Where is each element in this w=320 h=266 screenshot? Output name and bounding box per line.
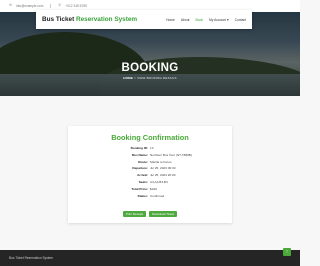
contact-phone[interactable]: +012 345 6789 (65, 4, 86, 8)
detail-row-departure: Departure: Jul 25, 2023 09:30 (68, 165, 232, 172)
detail-label: Route: (138, 159, 148, 164)
detail-value: Manila to Ilocos (150, 159, 172, 164)
detail-row-total-price: Total Price: $240 (68, 186, 232, 193)
page-title: BOOKING (121, 62, 179, 74)
breadcrumb-current: VIEW BOOKING DETAILS (137, 76, 177, 80)
detail-row-status: Status: Confirmed (68, 193, 232, 200)
detail-label: Booking ID: (130, 146, 148, 150)
booking-confirmation-card: Booking Confirmation Booking ID: 13 Bus … (68, 126, 232, 223)
detail-value: $240 (150, 186, 157, 191)
detail-value: Jul 25, 2023 09:30 (150, 166, 176, 171)
detail-label: Arrival: (137, 173, 148, 178)
detail-row-arrival: Arrival: Jul 25, 2023 20:00 (68, 172, 232, 179)
booking-details: Booking ID: 13 Bus Name: Northern Bus To… (68, 145, 232, 199)
detail-value: Northern Bus Tour (NT-7888B) (150, 152, 192, 157)
nav-item-about[interactable]: About (181, 18, 190, 22)
detail-value: 13 (150, 146, 154, 150)
detail-row-bus-name: Bus Name: Northern Bus Tour (NT-7888B) (68, 152, 232, 159)
brand-logo[interactable]: Bus Ticket Reservation System (42, 16, 137, 23)
phone-icon: ✆ (58, 3, 62, 8)
detail-label: Total Price: (131, 186, 148, 191)
detail-label: Departure: (132, 166, 148, 171)
detail-value: Jul 25, 2023 20:00 (150, 173, 176, 178)
main-navbar: Bus Ticket Reservation System Home About… (36, 10, 252, 29)
booking-actions: Print Receipt Download Ticket (68, 211, 232, 217)
site-footer: Bus Ticket Reservation System (0, 250, 300, 266)
detail-label: Seats: (138, 179, 148, 184)
detail-value: Confirmed (150, 193, 165, 198)
arrow-up-icon: ↑ (285, 249, 289, 255)
topbar-divider (50, 4, 52, 8)
booking-card-title: Booking Confirmation (111, 133, 189, 142)
nav-item-home[interactable]: Home (166, 18, 175, 22)
footer-text: Bus Ticket Reservation System (9, 256, 54, 260)
nav-item-contact[interactable]: Contact (235, 18, 246, 22)
detail-label: Bus Name: (131, 152, 148, 157)
detail-row-seats: Seats: A3,A4,B3,B4 (68, 179, 232, 186)
breadcrumb-home[interactable]: HOME (123, 76, 133, 80)
detail-label: Status: (137, 193, 149, 198)
envelope-icon: ✉ (9, 3, 13, 8)
back-to-top-button[interactable]: ↑ (283, 248, 291, 256)
print-receipt-button[interactable]: Print Receipt (122, 211, 147, 217)
brand-name: Bus Ticket (42, 16, 75, 23)
nav-item-my-account[interactable]: My Account ▾ (209, 18, 229, 22)
detail-row-route: Route: Manila to Ilocos (68, 159, 232, 166)
detail-value: A3,A4,B3,B4 (150, 179, 168, 184)
contact-email[interactable]: info@example.com (16, 4, 43, 8)
brand-name-accent: Reservation System (75, 16, 138, 23)
page: ✉ info@example.com ✆ +012 345 6789 BOOKI… (0, 0, 300, 266)
breadcrumb-separator: > (134, 76, 137, 80)
breadcrumb: HOME > VIEW BOOKING DETAILS (0, 76, 300, 80)
detail-row-booking-id: Booking ID: 13 (68, 145, 232, 152)
download-ticket-button[interactable]: Download Ticket (149, 211, 178, 217)
nav-menu: Home About Book My Account ▾ Contact (166, 18, 246, 22)
nav-item-book[interactable]: Book (195, 18, 203, 22)
